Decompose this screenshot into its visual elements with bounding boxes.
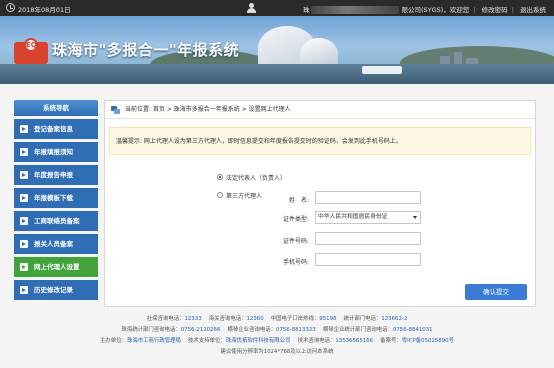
phone-label: 手机号码: bbox=[282, 259, 309, 266]
chevron-down-icon bbox=[413, 216, 417, 219]
arrow-icon bbox=[20, 286, 28, 294]
third-party-radio[interactable] bbox=[217, 192, 223, 198]
sidebar-item-registration[interactable]: 登记备案信息 bbox=[14, 119, 98, 139]
arrow-icon bbox=[20, 217, 28, 225]
notice-text: 温馨提示: 网上代理人设为第三方代理人，即时信息提交和年度报告提交时的验证码，会… bbox=[116, 138, 402, 145]
footer-value: 0756-8813323 bbox=[276, 327, 316, 333]
footer-label: 海关咨询电话： bbox=[208, 316, 247, 322]
arrow-icon bbox=[20, 125, 28, 133]
footer-value: 12333 bbox=[184, 316, 202, 322]
footer-line-1: 社保咨询电话：12333 海关咨询电话：12360 中国电子口岸热线：95198… bbox=[0, 314, 554, 325]
system-logo: EQ bbox=[14, 38, 48, 64]
footer-line-4: 建议使用分辨率为1024*768及以上访问本系统 bbox=[220, 349, 334, 355]
header-banner: EQ 珠海市"多报合一"年报系统 bbox=[0, 16, 554, 84]
id-type-select[interactable]: 中华人民共和国居民身份证 bbox=[315, 211, 421, 224]
sidebar-item-label: 历史修改记录 bbox=[34, 286, 73, 294]
sidebar-item-annual-report[interactable]: 年度报告申报 bbox=[14, 165, 98, 185]
id-number-input[interactable] bbox=[315, 232, 421, 245]
footer-value: 0756-8841031 bbox=[392, 327, 433, 333]
footer-label: 主办单位： bbox=[100, 338, 127, 344]
confirm-submit-button[interactable]: 确认提交 bbox=[465, 284, 527, 300]
arrow-icon bbox=[20, 171, 28, 179]
sidebar-item-liaison[interactable]: 工商联络员备案 bbox=[14, 211, 98, 231]
system-title: 珠海市"多报合一"年报系统 bbox=[52, 41, 240, 59]
footer-line-2: 珠海统计部门咨询电话：0756-2120266 横琴企业咨询电话：0756-88… bbox=[0, 325, 554, 336]
footer-value: 13536565166 bbox=[335, 338, 374, 344]
separator: | bbox=[473, 6, 476, 14]
separator: | bbox=[511, 6, 514, 14]
sea bbox=[0, 64, 554, 84]
sidebar-nav: 系统导航 登记备案信息 年报填报须知 年度报告申报 年报模板下载 工商联络员备案… bbox=[14, 100, 98, 300]
footer-value: 珠海优拓软件科技有限公司 bbox=[225, 338, 291, 344]
phone-input[interactable] bbox=[315, 253, 421, 266]
footer-label: 备案号： bbox=[380, 338, 402, 344]
sidebar-item-label: 年报模板下载 bbox=[34, 194, 73, 202]
sidebar-item-label: 登记备案信息 bbox=[34, 125, 73, 133]
sidebar-item-label: 年报填报须知 bbox=[34, 148, 73, 156]
breadcrumb-text: 当前位置: 首页 > 珠海市多报合一年报系统 > 设置网上代理人 bbox=[125, 106, 291, 113]
footer-label: 社保咨询电话： bbox=[146, 316, 185, 322]
sidebar-item-label: 工商联络员备案 bbox=[34, 217, 80, 225]
arrow-icon bbox=[20, 148, 28, 156]
id-type-label: 证件类型: bbox=[282, 216, 309, 223]
sidebar-item-label: 网上代理人设置 bbox=[34, 263, 80, 271]
main-panel: 当前位置: 首页 > 珠海市多报合一年报系统 > 设置网上代理人 温馨提示: 网… bbox=[104, 100, 536, 307]
clock-icon bbox=[6, 3, 15, 12]
sidebar-heading: 系统导航 bbox=[14, 100, 98, 116]
footer-label: 统计部门电话： bbox=[343, 316, 382, 322]
ship-shape bbox=[362, 66, 402, 74]
footer-value: 12360 bbox=[246, 316, 264, 322]
sidebar-item-label: 报关人员备案 bbox=[34, 240, 73, 248]
arrow-icon bbox=[20, 194, 28, 202]
sidebar-item-customs[interactable]: 报关人员备案 bbox=[14, 234, 98, 254]
footer-value: 95198 bbox=[319, 316, 337, 322]
id-type-value: 中华人民共和国居民身份证 bbox=[318, 214, 388, 220]
current-date: 2018年08月01日 bbox=[18, 6, 71, 14]
sidebar-item-label: 年度报告申报 bbox=[34, 171, 73, 179]
masked-company-name bbox=[311, 6, 400, 14]
legal-rep-label: 法定代表人（负责人） bbox=[226, 175, 287, 182]
sidebar-item-online-agent[interactable]: 网上代理人设置 bbox=[14, 257, 98, 277]
footer-label: 技术咨询电话： bbox=[297, 338, 336, 344]
breadcrumb: 当前位置: 首页 > 珠海市多报合一年报系统 > 设置网上代理人 bbox=[105, 101, 535, 119]
footer-value: 123662-2 bbox=[381, 316, 408, 322]
footer-label: 横琴企业统计部门咨询电话： bbox=[322, 327, 393, 333]
footer: 社保咨询电话：12333 海关咨询电话：12360 中国电子口岸热线：95198… bbox=[0, 314, 554, 358]
name-input[interactable] bbox=[315, 191, 421, 204]
footer-label: 技术支持单位： bbox=[188, 338, 226, 344]
change-password-link[interactable]: 修改密码 bbox=[482, 6, 508, 14]
footer-label: 珠海统计部门咨询电话： bbox=[121, 327, 181, 333]
footer-line-3: 主办单位：珠海市工商行政管理局 技术支持单位：珠海优拓软件科技有限公司 技术咨询… bbox=[0, 336, 554, 347]
arrow-icon bbox=[20, 263, 28, 271]
sidebar-item-instructions[interactable]: 年报填报须知 bbox=[14, 142, 98, 162]
user-icon bbox=[247, 3, 256, 13]
footer-value: 珠海市工商行政管理局 bbox=[126, 338, 181, 344]
location-icon bbox=[111, 106, 120, 114]
logout-link[interactable]: 退出系统 bbox=[520, 6, 546, 14]
footer-value: 0756-2120266 bbox=[180, 327, 221, 333]
notice-box: 温馨提示: 网上代理人设为第三方代理人，即时信息提交和年度报告提交时的验证码，会… bbox=[109, 127, 531, 155]
arrow-icon bbox=[20, 240, 28, 248]
footer-label: 横琴企业咨询电话： bbox=[227, 327, 277, 333]
logo-badge: EQ bbox=[24, 38, 38, 52]
top-bar: 2018年08月01日 珠 限公司(SYGS)，欢迎您 | 修改密码 | 退出系统 bbox=[0, 0, 554, 16]
id-number-label: 证件号码: bbox=[282, 238, 309, 245]
name-label: 姓 名: bbox=[288, 197, 309, 204]
user-welcome: 珠 限公司(SYGS)，欢迎您 | 修改密码 | 退出系统 bbox=[301, 4, 546, 14]
legal-rep-radio[interactable] bbox=[217, 174, 223, 180]
footer-label: 中国电子口岸热线： bbox=[270, 316, 320, 322]
sidebar-item-history[interactable]: 历史修改记录 bbox=[14, 280, 98, 300]
footer-value: 粤ICP备05025890号 bbox=[401, 338, 454, 344]
sidebar-item-template-download[interactable]: 年报模板下载 bbox=[14, 188, 98, 208]
user-name-suffix: 限公司(SYGS)，欢迎您 bbox=[401, 6, 470, 14]
third-party-label: 第三方代理人 bbox=[226, 193, 263, 200]
user-name-prefix: 珠 bbox=[302, 6, 310, 14]
